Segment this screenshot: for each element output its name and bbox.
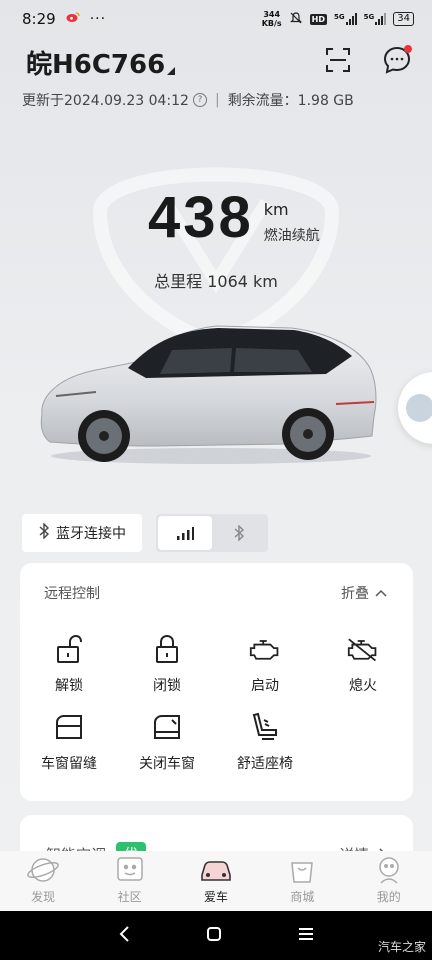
license-plate: 皖H6C766 xyxy=(26,49,166,80)
tab-profile[interactable]: 我的 xyxy=(346,855,432,905)
lock-icon xyxy=(151,633,183,665)
tab-label: 商城 xyxy=(290,890,315,904)
unlock-label: 解锁 xyxy=(55,678,83,694)
status-bar: 8:29 ··· 344 KB/s HD 5G 5G 34 xyxy=(0,0,432,38)
signal-1-icon: 5G xyxy=(334,13,357,25)
connection-mode-toggle xyxy=(156,514,268,552)
card-title: 远程控制 xyxy=(44,586,100,602)
tab-label: 发现 xyxy=(31,890,56,904)
shop-bag-icon xyxy=(291,862,314,883)
seat-icon xyxy=(249,711,281,743)
engine-off-button[interactable]: 熄火 xyxy=(314,633,412,695)
remaining-traffic: 剩余流量：1.98 GB xyxy=(227,93,354,109)
planet-icon xyxy=(27,858,60,882)
tab-label: 爱车 xyxy=(203,890,228,904)
tab-label: 我的 xyxy=(376,890,401,904)
lock-label: 闭锁 xyxy=(153,678,181,694)
hd-badge: HD xyxy=(309,13,328,25)
engine-start-icon xyxy=(249,633,281,665)
divider: | xyxy=(214,92,220,108)
engine-start-label: 启动 xyxy=(251,678,279,694)
weibo-icon xyxy=(66,11,80,27)
connection-row: 蓝牙连接中 xyxy=(22,514,268,552)
profile-icon xyxy=(379,857,399,884)
fold-label: 折叠 xyxy=(341,586,369,602)
bluetooth-status: 蓝牙连接中 xyxy=(22,514,142,552)
range-unit: km xyxy=(263,200,289,219)
side-float-button[interactable] xyxy=(398,372,432,444)
tab-discover[interactable]: 发现 xyxy=(0,855,86,905)
vehicle-selector[interactable]: 皖H6C766 xyxy=(26,44,176,81)
range-value: 438 xyxy=(148,185,254,250)
remote-control-card: 远程控制 折叠 解锁 闭锁 启动 熄火 车窗留缝 关闭车窗 舒适座椅 xyxy=(20,563,413,801)
update-info: 更新于2024.09.23 04:12 ? | 剩余流量：1.98 GB xyxy=(22,90,354,110)
menu-icon[interactable] xyxy=(298,926,314,945)
chevron-up-icon xyxy=(375,589,387,597)
mute-bell-icon xyxy=(289,11,303,28)
bottom-tab-bar: 发现 社区 爱车 商城 我的 xyxy=(0,851,432,911)
watermark: 汽车之家 xyxy=(377,940,426,954)
fuel-range: 438 km 燃油续航 xyxy=(148,186,320,250)
comfort-seat-button[interactable]: 舒适座椅 xyxy=(216,711,314,773)
engine-off-label: 熄火 xyxy=(349,678,377,694)
car-icon xyxy=(201,861,231,881)
fold-button[interactable]: 折叠 xyxy=(341,583,387,603)
window-close-icon xyxy=(151,711,183,743)
bluetooth-status-label: 蓝牙连接中 xyxy=(56,526,126,542)
engine-off-icon xyxy=(347,633,379,665)
bluetooth-icon xyxy=(234,525,245,541)
tab-community[interactable]: 社区 xyxy=(87,855,173,905)
scan-icon[interactable] xyxy=(324,46,352,78)
unread-dot xyxy=(404,45,412,53)
car-avatar-icon xyxy=(406,394,432,422)
more-dots-icon: ··· xyxy=(89,11,107,27)
message-button[interactable] xyxy=(382,45,412,79)
comfort-seat-label: 舒适座椅 xyxy=(237,756,293,772)
car-image xyxy=(40,325,377,464)
back-icon[interactable] xyxy=(118,925,130,947)
window-vent-icon xyxy=(53,711,85,743)
clock: 8:29 xyxy=(22,10,56,28)
lock-button[interactable]: 闭锁 xyxy=(118,633,216,695)
bluetooth-icon xyxy=(38,522,50,543)
system-nav-bar xyxy=(0,911,432,960)
signal-2-icon: 5G xyxy=(364,13,387,25)
bluetooth-mode-tab[interactable] xyxy=(212,516,266,550)
tab-label: 社区 xyxy=(117,890,142,904)
header: 皖H6C766 xyxy=(26,44,416,80)
help-icon[interactable]: ? xyxy=(192,93,207,107)
window-vent-label: 车窗留缝 xyxy=(41,756,97,772)
unlock-button[interactable]: 解锁 xyxy=(20,633,118,695)
battery-indicator: 34 xyxy=(393,12,414,26)
network-mode-tab[interactable] xyxy=(158,516,212,550)
engine-start-button[interactable]: 启动 xyxy=(216,633,314,695)
window-close-button[interactable]: 关闭车窗 xyxy=(118,711,216,773)
update-time: 更新于2024.09.23 04:12 xyxy=(22,93,189,109)
dropdown-caret-icon xyxy=(167,66,176,75)
odometer: 总里程 1064 km xyxy=(154,272,278,291)
unlock-icon xyxy=(53,633,85,665)
window-close-label: 关闭车窗 xyxy=(139,756,195,772)
signal-bars-icon xyxy=(177,527,194,540)
net-speed: 344 KB/s xyxy=(261,10,282,28)
tab-my-car[interactable]: 爱车 xyxy=(173,855,259,905)
tab-shop[interactable]: 商城 xyxy=(259,855,345,905)
range-label: 燃油续航 xyxy=(263,228,320,244)
home-icon[interactable] xyxy=(206,926,222,946)
community-icon xyxy=(116,857,143,881)
window-vent-button[interactable]: 车窗留缝 xyxy=(20,711,118,773)
